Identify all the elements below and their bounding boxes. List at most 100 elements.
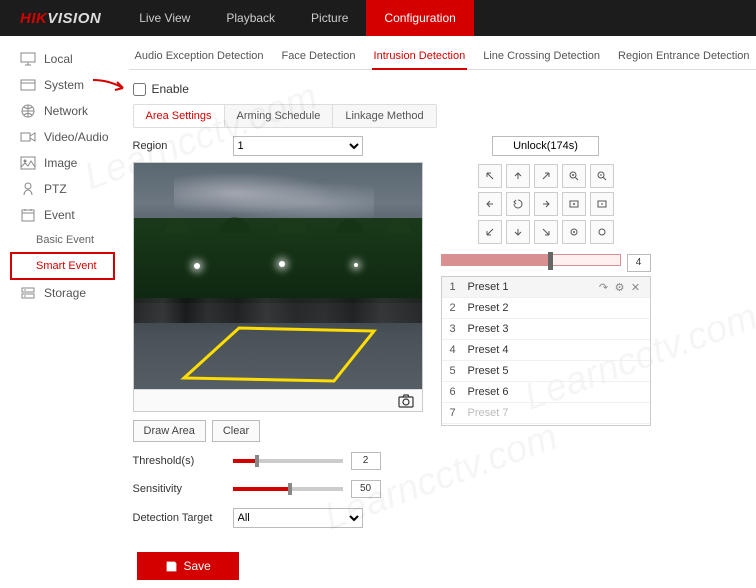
sidebar-ptz-label: PTZ <box>44 182 67 196</box>
preset-item[interactable]: 1 Preset 1 ↷ ⚙ ✕ <box>442 277 650 298</box>
sidebar-storage[interactable]: Storage <box>0 280 119 306</box>
logo: HIKVISION <box>0 10 121 27</box>
sidebar-local[interactable]: Local <box>0 46 119 72</box>
subtab-region-entrance[interactable]: Region Entrance Detection <box>616 44 751 69</box>
preset-label: Preset 6 <box>468 386 509 398</box>
unlock-button[interactable]: Unlock(174s) <box>492 136 599 156</box>
nav-picture[interactable]: Picture <box>293 0 366 36</box>
preset-label: Preset 4 <box>468 344 509 356</box>
preset-list[interactable]: 1 Preset 1 ↷ ⚙ ✕ 2 Preset 2 3 <box>441 276 651 426</box>
ptz-up-right[interactable] <box>534 164 558 188</box>
ptz-iris-open[interactable] <box>562 220 586 244</box>
sidebar-image-label: Image <box>44 156 77 170</box>
preset-label: Preset 1 <box>468 281 509 293</box>
preset-label: Preset 7 <box>468 407 509 419</box>
subtab-intrusion-detection[interactable]: Intrusion Detection <box>372 44 468 70</box>
monitor-icon <box>20 52 36 66</box>
ptz-focus-near[interactable] <box>562 192 586 216</box>
nav-live-view[interactable]: Live View <box>121 0 208 36</box>
sidebar-image[interactable]: Image <box>0 150 119 176</box>
preset-delete-icon[interactable]: ✕ <box>630 281 642 293</box>
preset-item[interactable]: 7 Preset 7 <box>442 403 650 424</box>
sensitivity-label: Sensitivity <box>133 483 233 495</box>
ptz-speed-value: 4 <box>627 254 651 272</box>
subtab-line-crossing[interactable]: Line Crossing Detection <box>481 44 602 69</box>
threshold-value: 2 <box>351 452 381 470</box>
ptz-direction-pad <box>441 164 651 244</box>
preset-call-icon[interactable]: ↷ <box>598 281 610 293</box>
sidebar-event[interactable]: Event <box>0 202 119 228</box>
enable-checkbox[interactable] <box>133 83 146 96</box>
preset-item[interactable]: 3 Preset 3 <box>442 319 650 340</box>
sidebar-videoaudio[interactable]: Video/Audio <box>0 124 119 150</box>
sensitivity-slider[interactable] <box>233 487 343 491</box>
preset-item[interactable]: 2 Preset 2 <box>442 298 650 319</box>
ptz-down-left[interactable] <box>478 220 502 244</box>
ptz-down-right[interactable] <box>534 220 558 244</box>
ptz-speed-slider[interactable] <box>441 254 621 266</box>
config-inner-tabs: Area Settings Arming Schedule Linkage Me… <box>133 104 437 128</box>
sidebar-smart-event-label: Smart Event <box>36 260 97 272</box>
enable-label: Enable <box>152 82 189 96</box>
ptz-up-left[interactable] <box>478 164 502 188</box>
innertab-area-settings[interactable]: Area Settings <box>134 105 225 127</box>
ptz-up[interactable] <box>506 164 530 188</box>
sidebar-network-label: Network <box>44 104 88 118</box>
sidebar-local-label: Local <box>44 52 73 66</box>
region-label: Region <box>133 140 233 152</box>
top-navbar: HIKVISION Live View Playback Picture Con… <box>0 0 756 36</box>
nav-configuration[interactable]: Configuration <box>366 0 473 36</box>
sidebar-network[interactable]: Network <box>0 98 119 124</box>
save-button[interactable]: Save <box>137 552 239 580</box>
ptz-focus-far[interactable] <box>590 192 614 216</box>
threshold-slider[interactable] <box>233 459 343 463</box>
sidebar-ptz[interactable]: PTZ <box>0 176 119 202</box>
preset-label: Preset 3 <box>468 323 509 335</box>
subtab-audio-exception[interactable]: Audio Exception Detection <box>133 44 266 69</box>
preset-set-icon[interactable]: ⚙ <box>614 281 626 293</box>
preset-item[interactable]: 6 Preset 6 <box>442 382 650 403</box>
ptz-icon <box>20 182 36 196</box>
threshold-label: Threshold(s) <box>133 455 233 467</box>
innertab-linkage-method[interactable]: Linkage Method <box>333 105 435 127</box>
sidebar-system[interactable]: System <box>0 72 119 98</box>
sensitivity-value: 50 <box>351 480 381 498</box>
ptz-down[interactable] <box>506 220 530 244</box>
sidebar-basic-event-label: Basic Event <box>36 234 94 246</box>
detection-subtabs: Audio Exception Detection Face Detection… <box>129 44 756 70</box>
system-icon <box>20 78 36 92</box>
sidebar-storage-label: Storage <box>44 286 86 300</box>
ptz-left[interactable] <box>478 192 502 216</box>
sidebar: Local System Network Video/Audio Image P… <box>0 36 119 588</box>
ptz-zoom-in[interactable] <box>562 164 586 188</box>
ptz-zoom-out[interactable] <box>590 164 614 188</box>
sidebar-videoaudio-label: Video/Audio <box>44 130 109 144</box>
preset-label: Preset 5 <box>468 365 509 377</box>
save-icon <box>165 560 178 573</box>
subtab-face-detection[interactable]: Face Detection <box>280 44 358 69</box>
ptz-right[interactable] <box>534 192 558 216</box>
image-icon <box>20 156 36 170</box>
clear-button[interactable]: Clear <box>212 420 260 442</box>
sidebar-smart-event[interactable]: Smart Event <box>10 252 115 280</box>
sidebar-event-label: Event <box>44 208 75 222</box>
ptz-iris-close[interactable] <box>590 220 614 244</box>
video-icon <box>20 130 36 144</box>
preset-item[interactable]: 4 Preset 4 <box>442 340 650 361</box>
preset-item[interactable]: 5 Preset 5 <box>442 361 650 382</box>
detection-target-select[interactable]: All <box>233 508 363 528</box>
capture-icon[interactable] <box>398 394 414 408</box>
video-preview[interactable] <box>133 162 423 412</box>
top-nav: Live View Playback Picture Configuration <box>121 0 474 36</box>
main-panel: Learncctv.com Learncctv.com Learncctv.co… <box>119 36 756 588</box>
region-select[interactable]: 1 <box>233 136 363 156</box>
ptz-auto[interactable] <box>506 192 530 216</box>
preset-item[interactable]: 8 Preset 8 <box>442 424 650 426</box>
innertab-arming-schedule[interactable]: Arming Schedule <box>225 105 334 127</box>
sidebar-system-label: System <box>44 78 84 92</box>
storage-icon <box>20 286 36 300</box>
sidebar-basic-event[interactable]: Basic Event <box>0 228 119 252</box>
preset-label: Preset 2 <box>468 302 509 314</box>
nav-playback[interactable]: Playback <box>208 0 293 36</box>
draw-area-button[interactable]: Draw Area <box>133 420 206 442</box>
